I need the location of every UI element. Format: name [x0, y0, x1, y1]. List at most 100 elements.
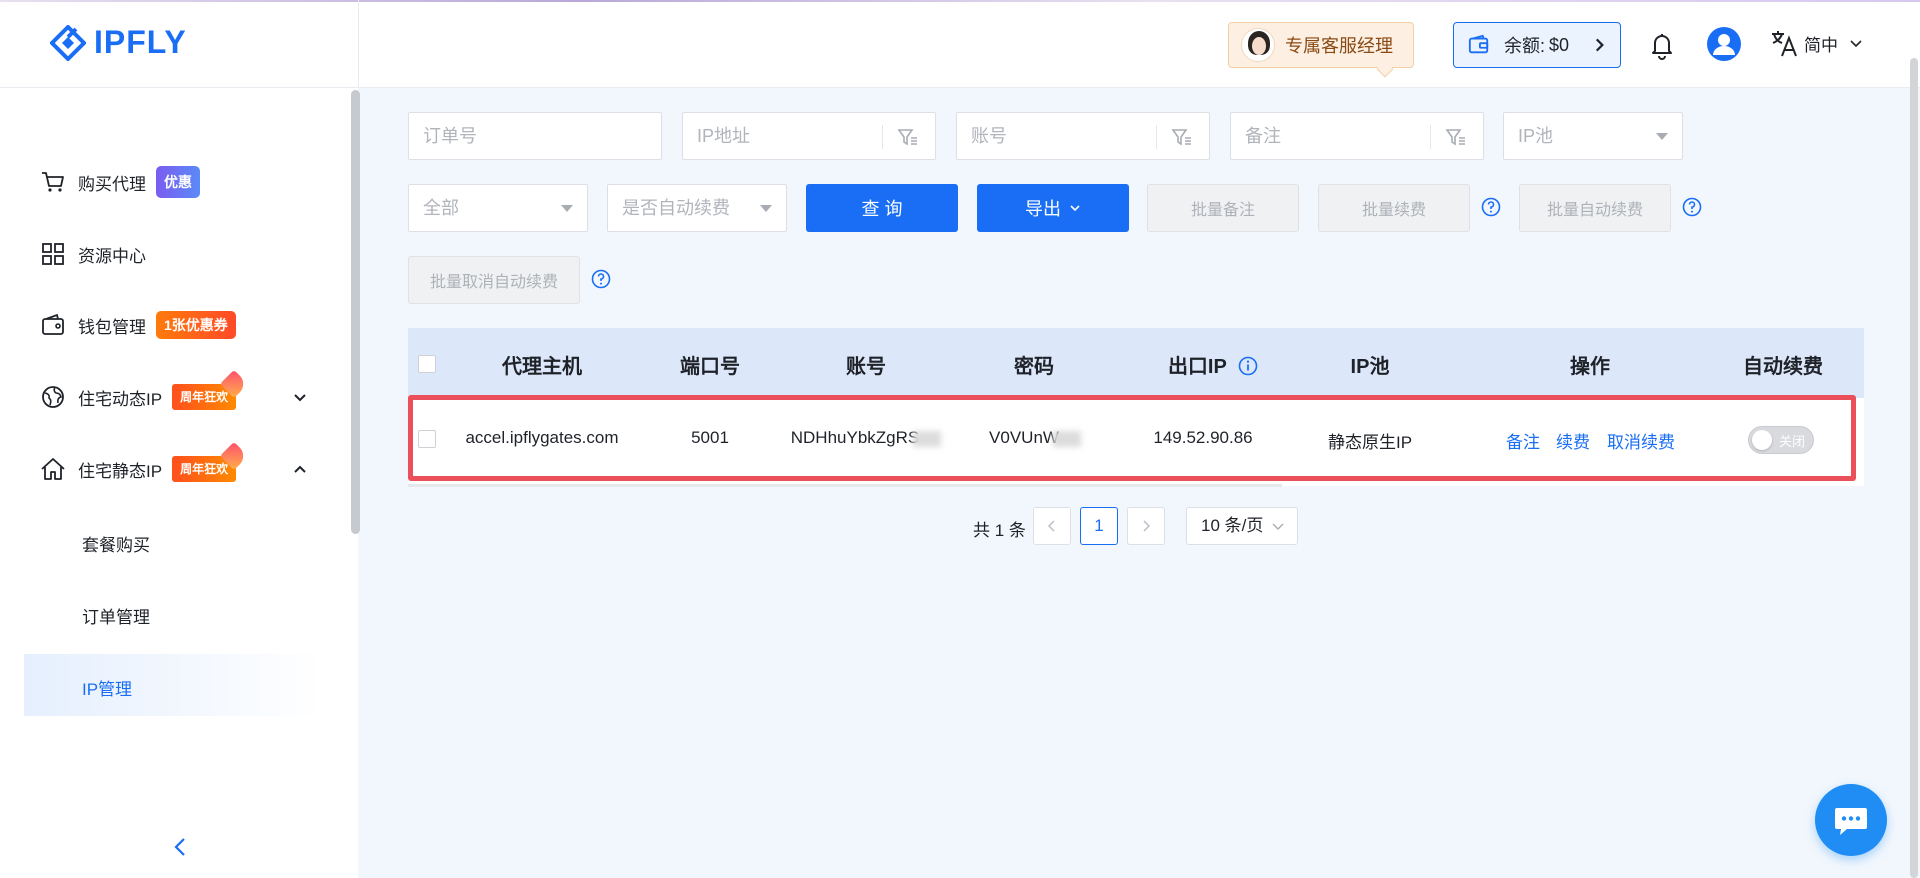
promo-badge: 优惠 — [156, 166, 200, 198]
sidebar-item-residential-static-ip[interactable]: 住宅静态IP 周年狂欢 — [40, 449, 320, 489]
chat-support-button[interactable] — [1815, 784, 1887, 856]
sidebar-sub-package-purchase[interactable]: 套餐购买 — [82, 531, 150, 556]
chevron-up-icon — [294, 465, 306, 473]
ip-address-input[interactable]: IP地址 — [682, 112, 936, 160]
sidebar-item-resource-center[interactable]: 资源中心 — [40, 234, 146, 274]
batch-remark-button[interactable]: 批量备注 — [1147, 184, 1299, 232]
page-scrollbar[interactable] — [1910, 58, 1918, 878]
dropdown-arrow-icon — [1656, 133, 1668, 140]
anniversary-badge: 周年狂欢 — [172, 456, 237, 482]
column-header-ip-pool: IP池 — [1350, 356, 1390, 378]
chevron-down-icon — [1850, 40, 1862, 48]
anniversary-badge: 周年狂欢 — [172, 384, 237, 410]
help-icon[interactable] — [1481, 197, 1501, 217]
logo-text: IPFLY — [94, 24, 187, 60]
column-header-auto-renew: 自动续费 — [1743, 356, 1823, 378]
sidebar-sub-order-management[interactable]: 订单管理 — [82, 603, 150, 628]
batch-remark-label: 批量备注 — [1190, 202, 1255, 219]
highlight-box — [408, 395, 1856, 481]
bell-icon[interactable] — [1647, 30, 1677, 60]
logo-icon — [50, 24, 86, 61]
export-button-label: 导出 — [1025, 199, 1061, 219]
language-label: 简中 — [1804, 35, 1838, 55]
field-separator — [1430, 125, 1431, 149]
wallet-icon — [42, 313, 64, 335]
chevron-down-icon — [1272, 523, 1284, 530]
table-row-divider — [408, 484, 1282, 487]
column-header-port: 端口号 — [680, 356, 740, 378]
batch-cancel-auto-renew-label: 批量取消自动续费 — [429, 274, 558, 291]
logo[interactable]: IPFLY — [50, 24, 187, 61]
remark-input[interactable]: 备注 — [1230, 112, 1484, 160]
collapse-sidebar-icon[interactable] — [170, 836, 192, 858]
batch-cancel-auto-renew-button[interactable]: 批量取消自动续费 — [408, 256, 580, 304]
chevron-right-icon — [1143, 520, 1151, 532]
select-all-checkbox[interactable] — [418, 355, 436, 373]
manager-bubble-tail — [1376, 60, 1394, 78]
dropdown-arrow-icon — [760, 205, 772, 212]
sidebar-item-label: 住宅静态IP — [78, 461, 163, 481]
info-icon[interactable] — [1238, 356, 1258, 376]
account-input[interactable]: 账号 — [956, 112, 1210, 160]
home-icon — [41, 458, 65, 480]
top-header: IPFLY 专属客服经理 余额: $0 简中 — [0, 0, 1920, 88]
prev-page-button[interactable] — [1033, 507, 1071, 545]
sidebar-sub-ip-management-label: IP管理 — [82, 680, 133, 699]
sidebar-item-label: 住宅动态IP — [78, 389, 163, 409]
language-switcher[interactable]: 简中 — [1770, 28, 1864, 58]
batch-renew-button[interactable]: 批量续费 — [1318, 184, 1470, 232]
filter-icon[interactable] — [897, 126, 919, 148]
chevron-left-icon — [1047, 520, 1055, 532]
page-size-select[interactable]: 10 条/页 — [1186, 507, 1298, 545]
sidebar-item-residential-dynamic-ip[interactable]: 住宅动态IP 周年狂欢 — [40, 377, 320, 417]
ip-pool-select[interactable]: IP池 — [1503, 112, 1683, 160]
column-header-account: 账号 — [846, 356, 886, 378]
query-button[interactable]: 查 询 — [806, 184, 958, 232]
table-header — [408, 328, 1864, 398]
chevron-right-icon — [1595, 38, 1604, 52]
field-separator — [882, 125, 883, 149]
query-button-label: 查 询 — [861, 199, 903, 219]
balance-label: 余额: — [1504, 36, 1546, 56]
auto-renew-placeholder: 是否自动续费 — [622, 198, 730, 218]
header-accent-line — [0, 0, 1920, 2]
customer-manager-button[interactable]: 专属客服经理 — [1228, 22, 1414, 78]
coupon-badge: 1张优惠券 — [156, 311, 236, 339]
page-size-value: 10 条/页 — [1201, 516, 1264, 535]
filter-icon[interactable] — [1171, 126, 1193, 148]
sidebar-sub-ip-management[interactable] — [24, 654, 324, 716]
sidebar-scrollbar[interactable] — [351, 90, 360, 534]
globe-icon — [42, 386, 64, 408]
manager-avatar — [1241, 28, 1275, 62]
balance-value: $0 — [1549, 34, 1570, 55]
dropdown-arrow-icon — [561, 205, 573, 212]
page-1-button[interactable]: 1 — [1080, 507, 1118, 545]
help-icon[interactable] — [591, 269, 611, 289]
sidebar-item-wallet[interactable]: 钱包管理 1张优惠券 — [40, 305, 236, 345]
help-icon[interactable] — [1682, 197, 1702, 217]
sidebar-item-label: 资源中心 — [78, 246, 146, 266]
auto-renew-select[interactable]: 是否自动续费 — [607, 184, 787, 232]
cart-icon — [42, 172, 64, 192]
balance-button[interactable]: 余额: $0 — [1453, 22, 1621, 68]
field-separator — [1156, 125, 1157, 149]
status-value: 全部 — [423, 198, 459, 218]
wallet-icon — [1468, 34, 1489, 54]
batch-auto-renew-button[interactable]: 批量自动续费 — [1519, 184, 1671, 232]
chevron-down-icon — [1070, 205, 1080, 212]
sidebar-item-label: 购买代理 — [78, 174, 146, 194]
sidebar-item-buy-proxy[interactable]: 购买代理 优惠 — [40, 162, 200, 202]
column-header-password: 密码 — [1014, 356, 1054, 378]
column-header-host: 代理主机 — [502, 356, 582, 378]
grid-icon — [42, 243, 64, 265]
export-button[interactable]: 导出 — [977, 184, 1129, 232]
translate-icon — [1772, 31, 1797, 57]
next-page-button[interactable] — [1127, 507, 1165, 545]
manager-label: 专属客服经理 — [1285, 36, 1393, 56]
order-number-input[interactable]: 订单号 — [408, 112, 662, 160]
header-divider — [358, 0, 359, 88]
column-header-exit-ip-label: 出口IP — [1167, 356, 1227, 378]
user-avatar-icon[interactable] — [1706, 26, 1742, 62]
filter-icon[interactable] — [1445, 126, 1467, 148]
status-select[interactable]: 全部 — [408, 184, 588, 232]
